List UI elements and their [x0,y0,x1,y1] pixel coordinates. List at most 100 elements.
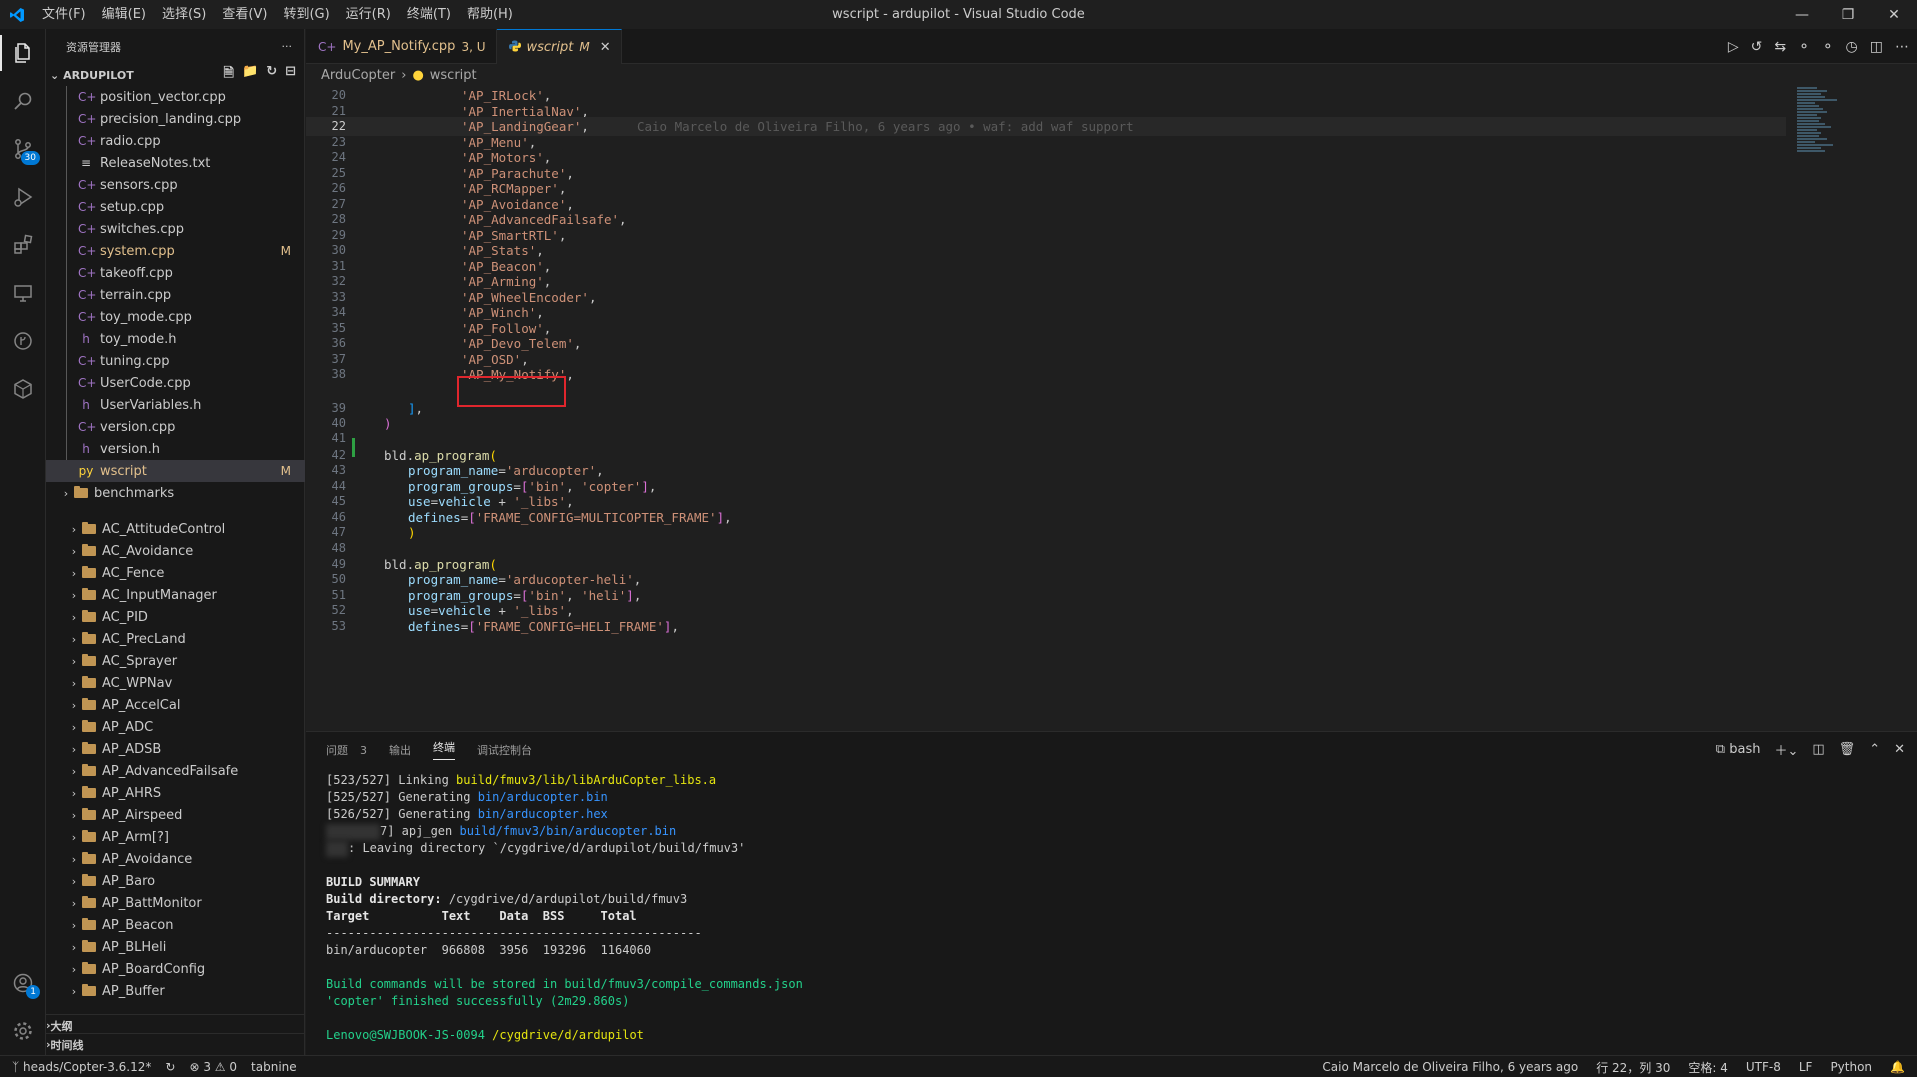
menu-edit[interactable]: 编辑(E) [94,0,154,29]
tab-wscript[interactable]: wscript M ✕ [496,29,622,64]
branch-indicator[interactable]: ᛉ heads/Copter-3.6.12* [12,1060,151,1074]
timeline-icon[interactable]: ◷ [1846,39,1858,55]
file-item[interactable]: C+ switches.cpp [46,218,305,240]
file-item[interactable]: h UserVariables.h [46,394,305,416]
menu-run[interactable]: 运行(R) [338,0,399,29]
search-icon[interactable] [0,77,46,125]
file-item[interactable]: C+ position_vector.cpp [46,86,305,108]
close-window-button[interactable]: ✕ [1871,0,1917,29]
restore-button[interactable]: ❐ [1825,0,1871,29]
timeline-section[interactable]: › 时间线 [46,1033,305,1055]
sync-icon[interactable]: ↻ [165,1060,175,1074]
terminal-shell-selector[interactable]: ⧉ bash [1716,742,1761,757]
trash-icon[interactable]: 🗑 [1839,742,1856,757]
folder-item[interactable]: › AP_Avoidance [46,848,305,870]
encoding[interactable]: UTF-8 [1746,1060,1781,1074]
file-item[interactable]: ≡ ReleaseNotes.txt [46,152,305,174]
git-graph-icon[interactable] [0,317,46,365]
folder-item[interactable]: › AC_Fence [46,562,305,584]
folder-item[interactable]: › AP_Arm[?] [46,826,305,848]
cursor-position[interactable]: 行 22，列 30 [1596,1059,1670,1076]
file-item[interactable]: h version.h [46,438,305,460]
project-header[interactable]: ⌄ ARDUPILOT 🗎 📁 ↻ ⊟ [46,64,304,86]
folder-item[interactable]: › AC_PrecLand [46,628,305,650]
folder-item[interactable]: › AP_AccelCal [46,694,305,716]
file-item[interactable]: C+ toy_mode.cpp [46,306,305,328]
file-item[interactable]: py wscript M [46,460,305,482]
folder-item[interactable]: › AC_Avoidance [46,540,305,562]
folder-item[interactable]: › benchmarks [46,482,305,504]
folder-item[interactable]: › AP_AHRS [46,782,305,804]
file-item[interactable]: C+ radio.cpp [46,130,305,152]
folder-item[interactable]: › AC_WPNav [46,672,305,694]
language-mode[interactable]: Python [1830,1060,1872,1074]
file-item[interactable]: C+ tuning.cpp [46,350,305,372]
git-compare-icon[interactable]: ⇆ [1774,39,1786,55]
folder-item[interactable]: › AP_BoardConfig [46,958,305,980]
tab-output[interactable]: 输出 [389,742,411,758]
tabnine-indicator[interactable]: tabnine [251,1060,297,1074]
menu-view[interactable]: 查看(V) [214,0,275,29]
file-item[interactable]: h toy_mode.h [46,328,305,350]
git-blame-indicator[interactable]: Caio Marcelo de Oliveira Filho, 6 years … [1322,1060,1578,1074]
explorer-icon[interactable] [0,29,46,77]
menu-file[interactable]: 文件(F) [34,0,94,29]
remote-explorer-icon[interactable] [0,269,46,317]
new-file-icon[interactable]: 🗎 [224,64,234,86]
folder-item[interactable]: › AP_AdvancedFailsafe [46,760,305,782]
folder-item[interactable]: › AP_BattMonitor [46,892,305,914]
file-item[interactable]: C+ version.cpp [46,416,305,438]
folder-item[interactable]: › AP_Buffer [46,980,305,1002]
code-editor[interactable]: 20 'AP_IRLock', 21 'AP_InertialNav', 22 'AP_L… [306,86,1917,731]
more-actions-icon[interactable]: ⋯ [1895,39,1909,55]
platformio-icon[interactable] [0,365,46,413]
eol[interactable]: LF [1799,1060,1813,1074]
split-editor-icon[interactable]: ◫ [1870,39,1883,55]
folder-item[interactable]: › AP_Baro [46,870,305,892]
folder-item[interactable]: › AP_ADSB [46,738,305,760]
file-item[interactable]: C+ precision_landing.cpp [46,108,305,130]
split-terminal-icon[interactable]: ◫ [1812,742,1824,757]
file-item[interactable]: C+ sensors.cpp [46,174,305,196]
close-tab-icon[interactable]: ✕ [600,40,611,55]
refresh-icon[interactable]: ↻ [266,64,277,86]
folder-item[interactable]: › AC_AttitudeControl [46,518,305,540]
file-item[interactable]: C+ terrain.cpp [46,284,305,306]
tab-debug-console[interactable]: 调试控制台 [477,742,532,758]
folder-item[interactable]: › AC_InputManager [46,584,305,606]
editor-scrollbar[interactable] [1907,86,1917,731]
problems-indicator[interactable]: ⊗ 3 ⚠ 0 [189,1060,237,1074]
collapse-all-icon[interactable]: ⊟ [285,64,296,86]
file-item[interactable]: C+ system.cpp M [46,240,305,262]
settings-gear-icon[interactable] [0,1007,46,1055]
notifications-icon[interactable]: 🔔 [1890,1060,1905,1074]
folder-item[interactable]: › AP_BLHeli [46,936,305,958]
file-item[interactable]: C+ UserCode.cpp [46,372,305,394]
menu-go[interactable]: 转到(G) [275,0,337,29]
folder-item[interactable]: › AC_Sprayer [46,650,305,672]
tab-my-ap-notify[interactable]: C+ My_AP_Notify.cpp 3, U [306,29,497,64]
extensions-icon[interactable] [0,221,46,269]
minimize-button[interactable]: — [1779,0,1825,29]
folder-item[interactable]: › AC_PID [46,606,305,628]
folder-item[interactable]: › AP_ADC [46,716,305,738]
indentation[interactable]: 空格: 4 [1688,1059,1728,1076]
terminal-output[interactable]: [523/527] Linking build/fmuv3/lib/libArd… [326,772,1826,1056]
menu-selection[interactable]: 选择(S) [154,0,214,29]
next-change-icon[interactable]: ⚬ [1822,39,1834,55]
previous-change-icon[interactable]: ⚬ [1798,39,1810,55]
file-item[interactable]: C+ setup.cpp [46,196,305,218]
tab-problems[interactable]: 问题 3 [326,742,367,758]
folder-item[interactable]: › AP_Beacon [46,914,305,936]
tab-terminal[interactable]: 终端 [433,739,455,760]
menu-terminal[interactable]: 终端(T) [399,0,459,29]
breadcrumb-folder[interactable]: ArduCopter [321,68,395,83]
run-icon[interactable]: ▷ [1728,39,1739,55]
explorer-more-button[interactable]: ··· [282,40,293,53]
folder-item[interactable]: › AP_Airspeed [46,804,305,826]
new-folder-icon[interactable]: 📁 [242,64,258,86]
menu-help[interactable]: 帮助(H) [459,0,521,29]
breadcrumb-file[interactable]: wscript [430,68,477,83]
run-debug-icon[interactable] [0,173,46,221]
new-terminal-icon[interactable]: ＋⌄ [1774,740,1798,759]
